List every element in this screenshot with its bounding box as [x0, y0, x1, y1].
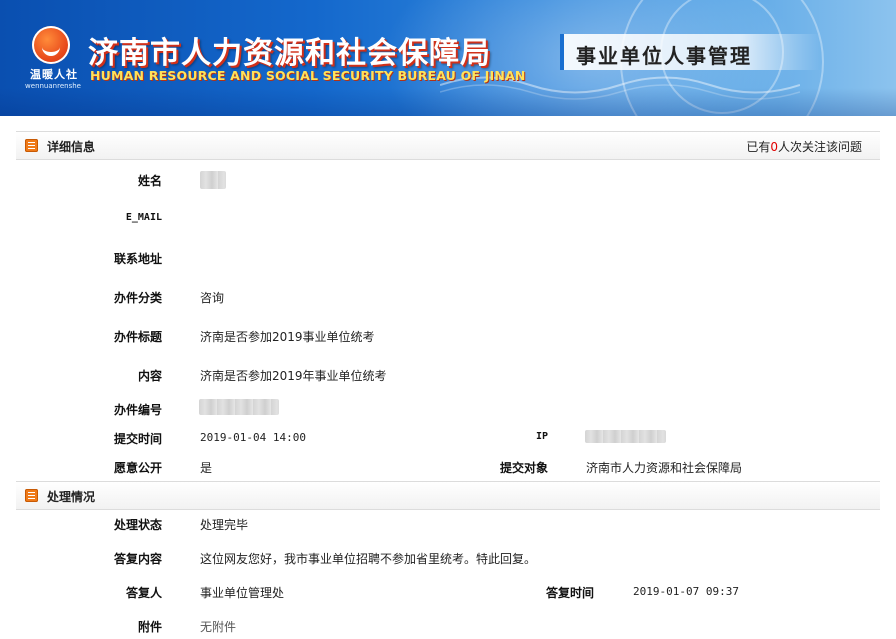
reply-time-label: 答复时间	[545, 586, 594, 600]
subject-label: 办件标题	[113, 330, 162, 344]
bureau-title-en: HUMAN RESOURCE AND SOCIAL SECURITY BUREA…	[90, 68, 526, 83]
ip-value-redacted	[585, 430, 666, 443]
logo-emblem-icon	[32, 26, 70, 64]
logo-subtext: wennuanrenshe	[25, 82, 81, 90]
bureau-logo: 温暖人社 wennuanrenshe	[24, 22, 81, 90]
system-name: 事业单位人事管理	[576, 44, 752, 68]
number-value-redacted	[199, 399, 279, 415]
system-name-marker	[560, 34, 564, 70]
address-label: 联系地址	[113, 252, 162, 266]
subject-value: 济南是否参加2019事业单位统考	[200, 330, 375, 344]
follow-count-text: 已有0人次关注该问题	[746, 138, 862, 155]
details-section-header: 详细信息 已有0人次关注该问题	[16, 131, 880, 160]
submit-time-value: 2019-01-04 14:00	[200, 431, 306, 444]
public-label: 愿意公开	[113, 461, 162, 475]
processing-section-header: 处理情况	[16, 481, 880, 510]
status-value: 处理完毕	[200, 518, 249, 532]
target-label: 提交对象	[499, 461, 548, 475]
follow-prefix: 已有	[746, 140, 771, 154]
logo-text: 温暖人社	[30, 68, 78, 81]
email-label: E_MAIL	[125, 212, 162, 223]
attachment-label: 附件	[137, 620, 162, 634]
processing-section-title: 处理情况	[47, 490, 96, 504]
number-label: 办件编号	[113, 403, 162, 417]
target-value: 济南市人力资源和社会保障局	[586, 461, 743, 475]
attachment-value: 无附件	[200, 620, 237, 634]
name-value-redacted	[200, 171, 226, 189]
replier-value: 事业单位管理处	[200, 586, 285, 600]
follow-suffix: 人次关注该问题	[777, 140, 862, 154]
category-value: 咨询	[200, 291, 225, 305]
submit-time-label: 提交时间	[113, 432, 162, 446]
content-value: 济南是否参加2019年事业单位统考	[200, 369, 387, 383]
status-label: 处理状态	[113, 518, 162, 532]
follow-count: 0	[770, 140, 778, 154]
category-label: 办件分类	[113, 291, 162, 305]
public-value: 是	[200, 461, 213, 475]
banner-bottom-shade	[0, 88, 896, 116]
list-icon	[25, 139, 38, 152]
content-label: 内容	[137, 369, 162, 383]
bureau-title-cn: 济南市人力资源和社会保障局	[88, 36, 491, 71]
details-section-title: 详细信息	[47, 140, 96, 154]
name-label: 姓名	[137, 174, 162, 188]
reply-content-label: 答复内容	[113, 552, 162, 566]
replier-label: 答复人	[125, 586, 162, 600]
reply-content-value: 这位网友您好，我市事业单位招聘不参加省里统考。特此回复。	[200, 552, 537, 566]
reply-time-value: 2019-01-07 09:37	[633, 585, 739, 598]
list-icon	[25, 489, 38, 502]
ip-label: IP	[535, 431, 548, 442]
header-banner: 温暖人社 wennuanrenshe 济南市人力资源和社会保障局 HUMAN R…	[0, 0, 896, 116]
